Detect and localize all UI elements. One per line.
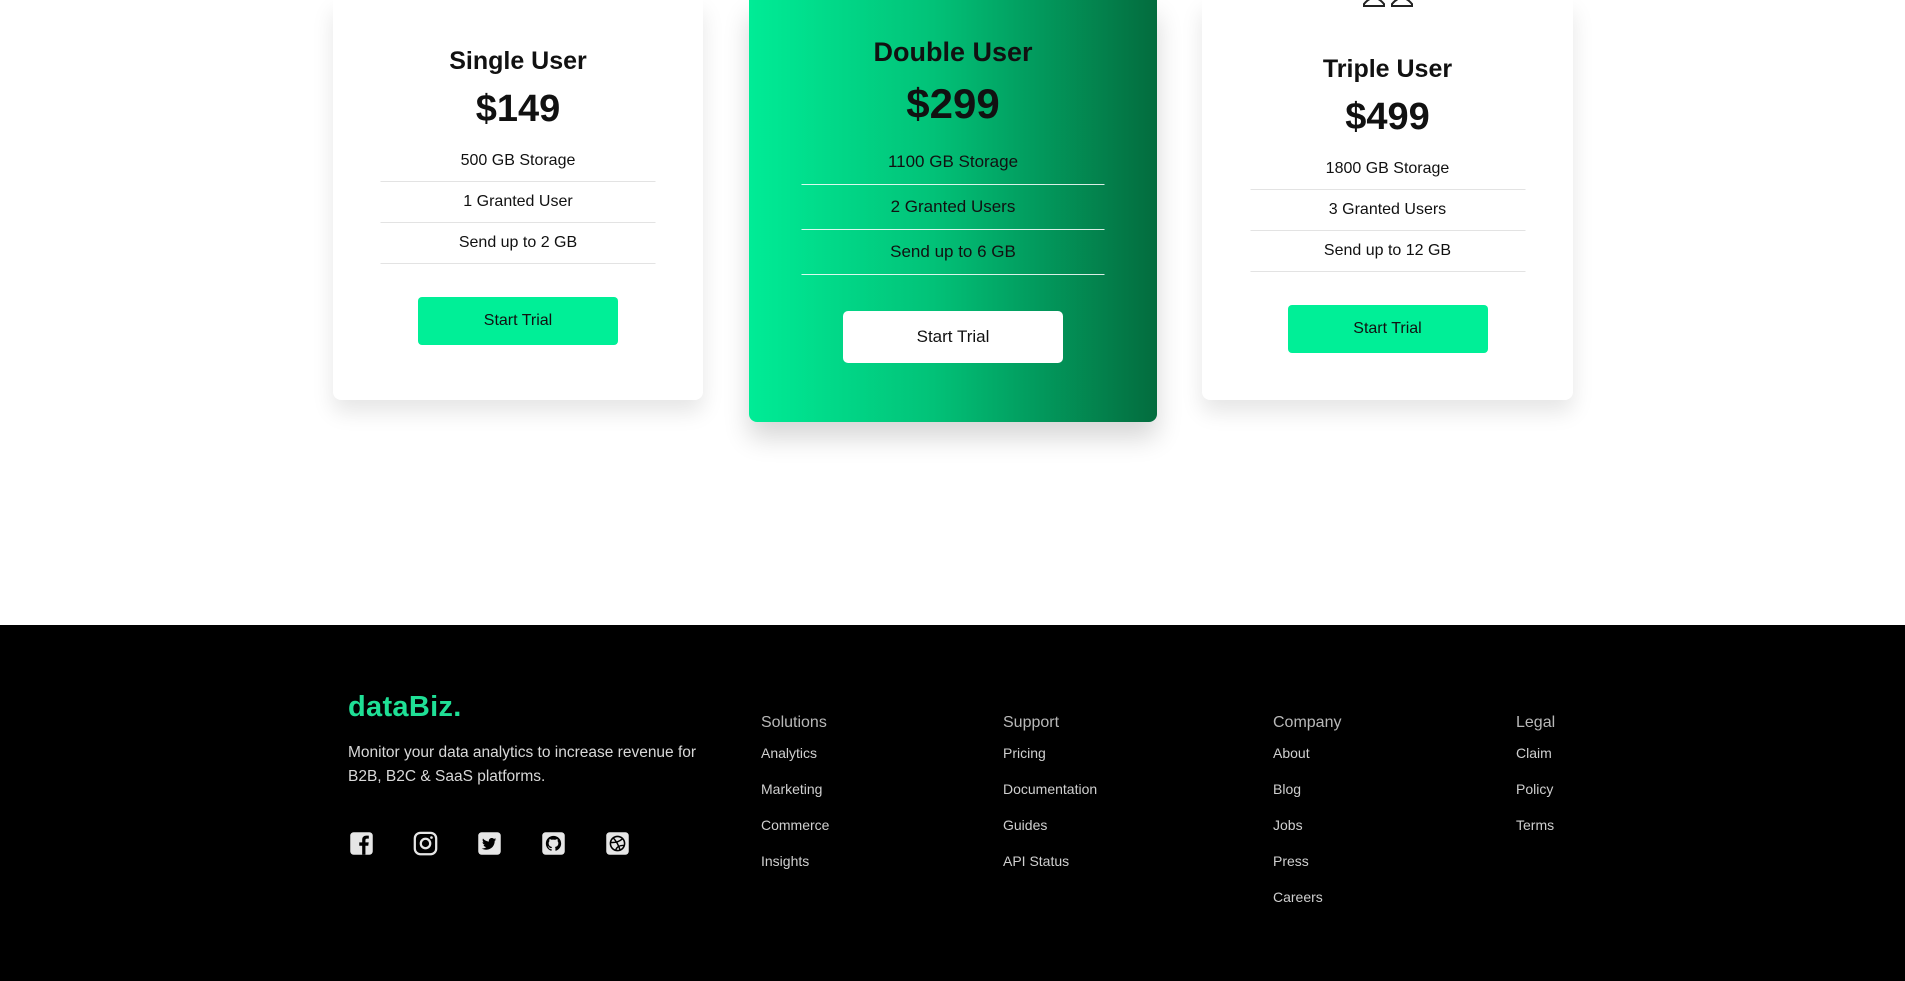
brand-logo[interactable]: dataBiz. — [348, 691, 462, 724]
column-title: Legal — [1516, 714, 1556, 731]
plan-price: $299 — [906, 80, 1000, 127]
footer-link-insights[interactable]: Insights — [761, 852, 829, 888]
plan-price: $499 — [1345, 96, 1430, 138]
column-title: Solutions — [761, 714, 827, 731]
footer-link-guides[interactable]: Guides — [1003, 816, 1097, 852]
footer-link-marketing[interactable]: Marketing — [761, 780, 829, 816]
single-user-icon — [498, 0, 538, 4]
plan-name: Single User — [449, 47, 587, 75]
footer-tagline: Monitor your data analytics to increase … — [348, 744, 697, 785]
footer-column-solutions: Solutions Analytics Marketing Commerce I… — [761, 714, 829, 888]
footer-link-analytics[interactable]: Analytics — [761, 744, 829, 780]
dribbble-icon[interactable] — [604, 830, 631, 857]
feature-item: 1800 GB Storage — [1250, 149, 1525, 190]
github-icon[interactable] — [540, 830, 567, 857]
footer-column-legal: Legal Claim Policy Terms — [1516, 714, 1555, 852]
column-title: Support — [1003, 714, 1060, 731]
feature-item: 1 Granted User — [380, 182, 656, 223]
footer-column-support: Support Pricing Documentation Guides API… — [1003, 714, 1097, 888]
plan-name: Double User — [873, 37, 1033, 67]
feature-item: 2 Granted Users — [801, 185, 1105, 230]
facebook-icon[interactable] — [348, 830, 375, 857]
plan-price: $149 — [475, 88, 561, 130]
pricing-card-triple: Triple User $499 1800 GB Storage 3 Grant… — [1202, 0, 1573, 400]
footer-link-about[interactable]: About — [1273, 744, 1341, 780]
triple-user-icon — [1362, 0, 1413, 7]
pricing-card-double: Double User $299 1100 GB Storage 2 Grant… — [749, 0, 1157, 422]
start-trial-button[interactable]: Start Trial — [418, 297, 618, 345]
footer-link-api-status[interactable]: API Status — [1003, 852, 1097, 888]
feature-list: 1100 GB Storage 2 Granted Users Send up … — [801, 140, 1105, 275]
feature-item: Send up to 12 GB — [1250, 231, 1525, 272]
social-links — [348, 830, 631, 857]
footer-link-documentation[interactable]: Documentation — [1003, 780, 1097, 816]
plan-name: Triple User — [1322, 55, 1453, 83]
feature-item: 3 Granted Users — [1250, 190, 1525, 231]
footer-link-jobs[interactable]: Jobs — [1273, 816, 1341, 852]
footer-link-blog[interactable]: Blog — [1273, 780, 1341, 816]
twitter-icon[interactable] — [476, 830, 503, 857]
feature-item: 1100 GB Storage — [801, 140, 1105, 185]
footer-column-company: Company About Blog Jobs Press Careers — [1273, 714, 1341, 924]
feature-item: 500 GB Storage — [380, 141, 656, 182]
footer-link-terms[interactable]: Terms — [1516, 816, 1555, 852]
pricing-section: Single User $149 500 GB Storage 1 Grante… — [0, 0, 1905, 625]
footer-link-policy[interactable]: Policy — [1516, 780, 1555, 816]
feature-list: 500 GB Storage 1 Granted User Send up to… — [380, 141, 656, 264]
feature-list: 1800 GB Storage 3 Granted Users Send up … — [1250, 149, 1525, 272]
start-trial-button[interactable]: Start Trial — [1287, 305, 1488, 353]
footer-link-claim[interactable]: Claim — [1516, 744, 1555, 780]
footer-link-press[interactable]: Press — [1273, 852, 1341, 888]
footer-link-careers[interactable]: Careers — [1273, 888, 1341, 924]
pricing-card-single: Single User $149 500 GB Storage 1 Grante… — [333, 0, 703, 400]
instagram-icon[interactable] — [412, 830, 439, 857]
feature-item: Send up to 6 GB — [801, 230, 1105, 275]
footer-link-commerce[interactable]: Commerce — [761, 816, 829, 852]
start-trial-button[interactable]: Start Trial — [843, 311, 1063, 363]
feature-item: Send up to 2 GB — [380, 223, 656, 264]
footer-link-pricing[interactable]: Pricing — [1003, 744, 1097, 780]
site-footer: dataBiz. Monitor your data analytics to … — [0, 625, 1905, 981]
column-title: Company — [1273, 714, 1342, 731]
